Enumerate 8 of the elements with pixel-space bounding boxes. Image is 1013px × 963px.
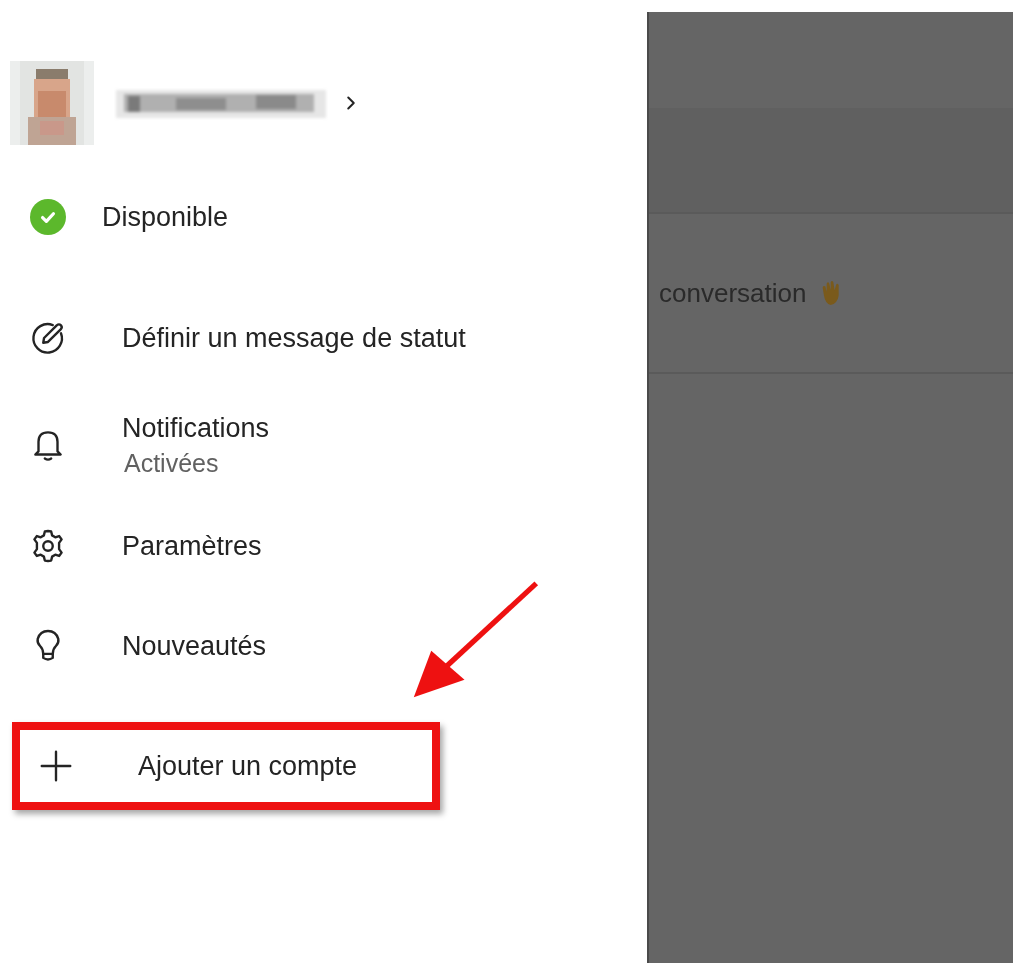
menu-item[interactable]: Paramètres (122, 528, 262, 564)
message-preview: conversation (659, 277, 807, 309)
menu-item[interactable]: Nouveautés (122, 628, 267, 664)
menu-item[interactable]: Définir un message de statut (122, 320, 466, 356)
menu-item[interactable]: Ajouter un compte (132, 748, 358, 784)
menu-item-subtitle: Activées (123, 448, 220, 479)
status-label[interactable]: Disponible (96, 199, 229, 235)
menu-item[interactable]: Notifications (122, 410, 270, 446)
